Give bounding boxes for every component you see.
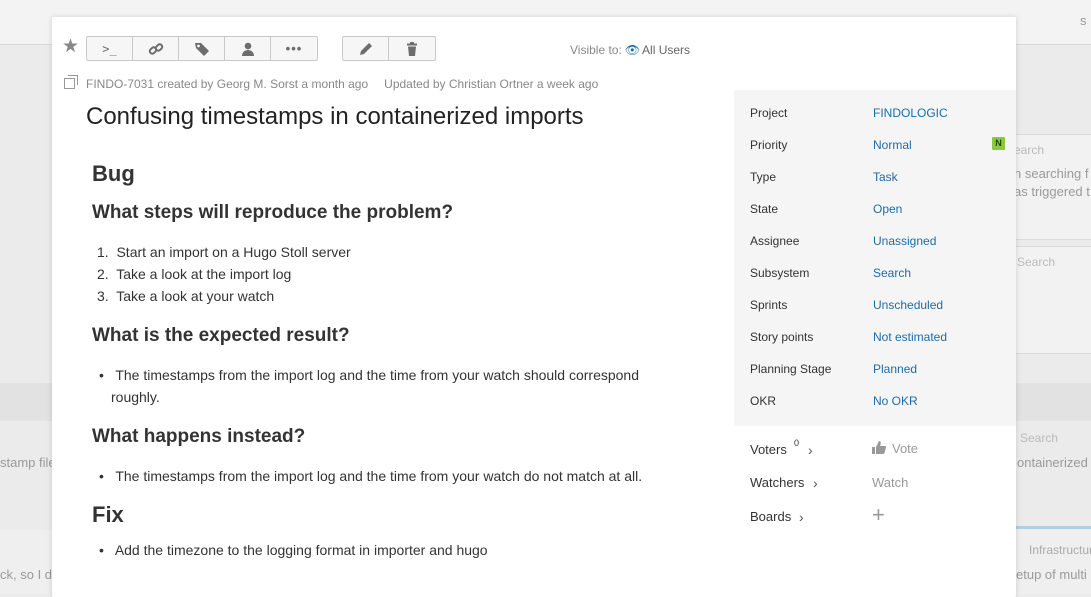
voters-label: Voters bbox=[750, 442, 787, 457]
fields-sidebar: Project FINDOLOGIC Priority Normal N Type T… bbox=[734, 90, 1016, 426]
delete-button[interactable] bbox=[389, 37, 435, 60]
priority-badge: N bbox=[992, 137, 1005, 150]
list-item-continuation: roughly. bbox=[111, 389, 160, 405]
command-button[interactable]: >_ bbox=[87, 37, 133, 60]
background-search: earch bbox=[1014, 143, 1045, 157]
chevron-right-icon: › bbox=[808, 442, 813, 458]
visibility-label: Visible to: bbox=[570, 43, 622, 57]
background-text: ck, so I d bbox=[0, 567, 53, 582]
link-button[interactable] bbox=[133, 37, 179, 60]
vote-button[interactable]: Vote bbox=[872, 441, 918, 456]
background-text: etup of multi i bbox=[1016, 567, 1091, 582]
list-item: 2. Take a look at the import log bbox=[97, 266, 292, 282]
star-icon[interactable]: ★ bbox=[62, 37, 79, 57]
copy-icon[interactable] bbox=[64, 75, 78, 89]
created-by: created by Georg M. Sorst a month ago bbox=[157, 77, 369, 91]
voters-count: 0 bbox=[794, 438, 800, 448]
updated-by: Updated by Christian Ortner a week ago bbox=[384, 77, 599, 91]
assign-user-button[interactable] bbox=[225, 37, 271, 60]
tag-button[interactable] bbox=[179, 37, 225, 60]
background-text: n searching f bbox=[1014, 166, 1089, 181]
background-text: stamp file bbox=[0, 455, 56, 470]
visibility-info[interactable]: Visible to: 👁 All Users bbox=[570, 43, 690, 57]
heading-bug: Bug bbox=[92, 161, 135, 186]
list-item: 3. Take a look at your watch bbox=[97, 288, 275, 304]
background-search: Search bbox=[1017, 255, 1056, 269]
issue-title: Confusing timestamps in containerized im… bbox=[86, 103, 584, 130]
eye-icon: 👁 bbox=[624, 43, 641, 57]
tag-icon bbox=[194, 42, 209, 56]
add-board-icon[interactable]: + bbox=[872, 504, 885, 526]
edit-button[interactable] bbox=[343, 37, 389, 60]
more-icon: ••• bbox=[285, 41, 303, 56]
delete-icon bbox=[407, 41, 417, 56]
list-item: 1. Start an import on a Hugo Stoll serve… bbox=[97, 244, 351, 260]
issue-panel: ★ >_ ••• Visible to: 👁 All Users FINDO-703… bbox=[52, 17, 1016, 597]
thumbs-up-icon bbox=[872, 441, 886, 454]
watch-button[interactable]: Watch bbox=[872, 475, 908, 490]
background-text: as triggered t bbox=[1014, 184, 1090, 199]
chevron-right-icon: › bbox=[799, 509, 804, 525]
chevron-right-icon: › bbox=[813, 475, 818, 491]
background-text: s bbox=[1080, 13, 1087, 28]
edit-icon bbox=[359, 42, 372, 55]
boards-toggle[interactable]: Boards › bbox=[750, 509, 804, 525]
user-icon bbox=[241, 42, 254, 56]
voters-toggle[interactable]: Voters 0 › bbox=[750, 438, 813, 458]
heading-instead: What happens instead? bbox=[92, 426, 306, 447]
command-icon: >_ bbox=[102, 41, 117, 56]
watchers-label: Watchers bbox=[750, 475, 805, 490]
edit-toolbar bbox=[342, 36, 436, 61]
heading-steps: What steps will reproduce the problem? bbox=[92, 202, 454, 223]
link-icon bbox=[148, 42, 163, 55]
more-button[interactable]: ••• bbox=[271, 37, 317, 60]
list-item: • The timestamps from the import log and… bbox=[99, 367, 640, 383]
heading-fix: Fix bbox=[92, 502, 124, 527]
watchers-toggle[interactable]: Watchers › bbox=[750, 475, 818, 491]
issue-id[interactable]: FINDO-7031 bbox=[86, 77, 154, 91]
list-item: • The timestamps from the import log and… bbox=[99, 468, 643, 484]
list-item: • Add the timezone to the logging format… bbox=[99, 542, 488, 558]
issue-meta: FINDO-7031 created by Georg M. Sorst a m… bbox=[64, 75, 599, 91]
background-text: Infrastructur bbox=[1029, 543, 1091, 557]
heading-expected: What is the expected result? bbox=[92, 325, 350, 346]
visibility-value: All Users bbox=[642, 43, 691, 57]
background-search: Search bbox=[1020, 431, 1059, 445]
background-progress bbox=[1016, 526, 1091, 529]
command-toolbar: >_ ••• bbox=[86, 36, 318, 61]
background-text: ontainerized bbox=[1017, 455, 1088, 470]
boards-label: Boards bbox=[750, 509, 792, 524]
